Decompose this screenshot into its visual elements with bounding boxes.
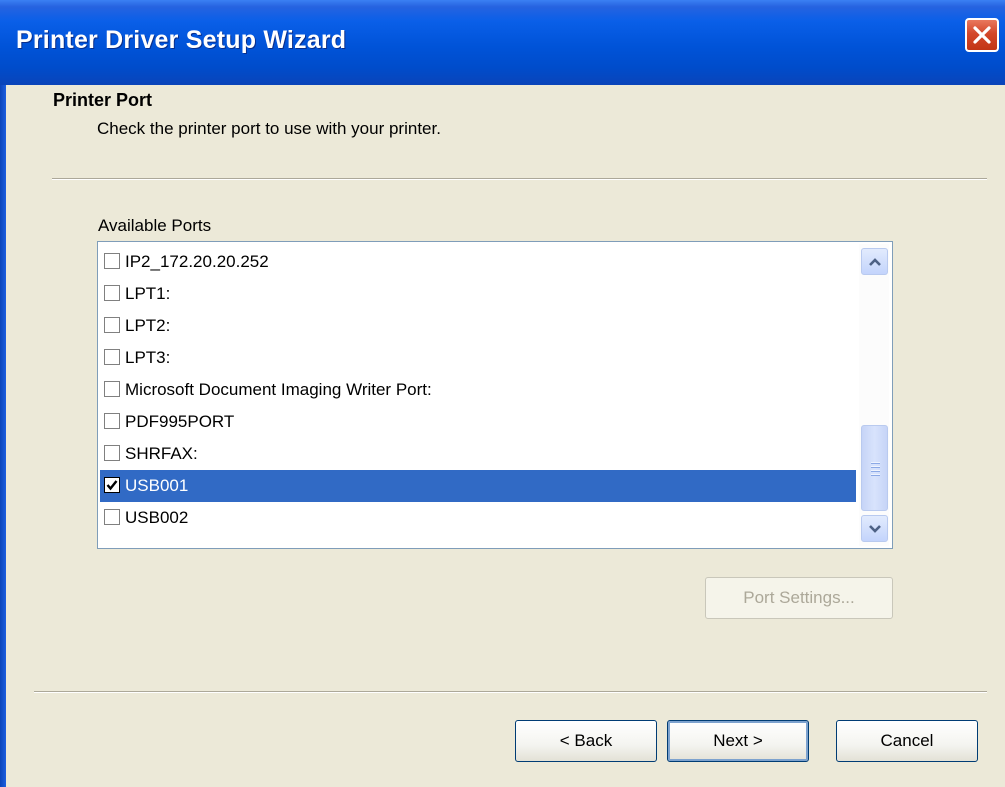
window-frame-left xyxy=(0,85,6,787)
header-divider xyxy=(52,178,987,180)
port-settings-button[interactable]: Port Settings... xyxy=(705,577,893,619)
thumb-grip-line xyxy=(871,470,880,472)
thumb-grip-line xyxy=(871,474,880,476)
port-label: USB001 xyxy=(125,476,189,495)
port-label: LPT2: xyxy=(125,316,171,335)
cancel-button[interactable]: Cancel xyxy=(836,720,978,762)
checkmark-icon xyxy=(106,480,118,491)
port-label: PDF995PORT xyxy=(125,412,235,431)
wizard-window: Printer Driver Setup Wizard Printer Port… xyxy=(0,0,1005,787)
port-checkbox[interactable] xyxy=(104,381,120,397)
port-label: Microsoft Document Imaging Writer Port: xyxy=(125,380,432,399)
close-button[interactable] xyxy=(965,18,999,52)
close-icon xyxy=(973,26,991,44)
chevron-down-icon xyxy=(869,525,881,533)
port-checkbox[interactable] xyxy=(104,413,120,429)
port-list-item[interactable]: LPT2: xyxy=(100,310,856,342)
port-list-item[interactable]: IP2_172.20.20.252 xyxy=(100,246,856,278)
port-checkbox[interactable] xyxy=(104,509,120,525)
port-list-item[interactable]: USB001 xyxy=(100,470,856,502)
port-label: SHRFAX: xyxy=(125,444,198,463)
port-label: LPT1: xyxy=(125,284,171,303)
ports-listbox[interactable]: IP2_172.20.20.252 LPT1: LPT2: LPT3: Microsof… xyxy=(97,241,893,549)
port-list-item[interactable]: LPT1: xyxy=(100,278,856,310)
port-label: LPT3: xyxy=(125,348,171,367)
port-checkbox[interactable] xyxy=(104,445,120,461)
port-checkbox[interactable] xyxy=(104,253,120,269)
port-checkbox[interactable] xyxy=(104,477,120,493)
ports-scrollbar[interactable] xyxy=(859,244,889,546)
port-checkbox[interactable] xyxy=(104,349,120,365)
port-list-item[interactable]: SHRFAX: xyxy=(100,438,856,470)
port-list-item[interactable]: Microsoft Document Imaging Writer Port: xyxy=(100,374,856,406)
port-list-item[interactable]: PDF995PORT xyxy=(100,406,856,438)
port-checkbox[interactable] xyxy=(104,285,120,301)
port-list-item[interactable]: USB002 xyxy=(100,502,856,534)
port-label: IP2_172.20.20.252 xyxy=(125,252,269,271)
page-subtitle: Check the printer port to use with your … xyxy=(97,119,441,138)
scroll-down-button[interactable] xyxy=(861,515,888,542)
thumb-grip-line xyxy=(871,462,880,464)
port-checkbox[interactable] xyxy=(104,317,120,333)
port-list-item[interactable]: LPT3: xyxy=(100,342,856,374)
window-title: Printer Driver Setup Wizard xyxy=(16,26,347,54)
page-title: Printer Port xyxy=(53,90,153,110)
back-button[interactable]: < Back xyxy=(515,720,657,762)
title-bar[interactable]: Printer Driver Setup Wizard xyxy=(0,0,1005,85)
footer-divider xyxy=(34,691,987,693)
available-ports-label: Available Ports xyxy=(98,216,212,235)
port-label: USB002 xyxy=(125,508,189,527)
scroll-up-button[interactable] xyxy=(861,248,888,275)
thumb-grip-line xyxy=(871,466,880,468)
ports-list: IP2_172.20.20.252 LPT1: LPT2: LPT3: Microsof… xyxy=(100,246,856,534)
scroll-thumb[interactable] xyxy=(861,425,888,511)
chevron-up-icon xyxy=(869,258,881,266)
next-button[interactable]: Next > xyxy=(667,720,809,762)
